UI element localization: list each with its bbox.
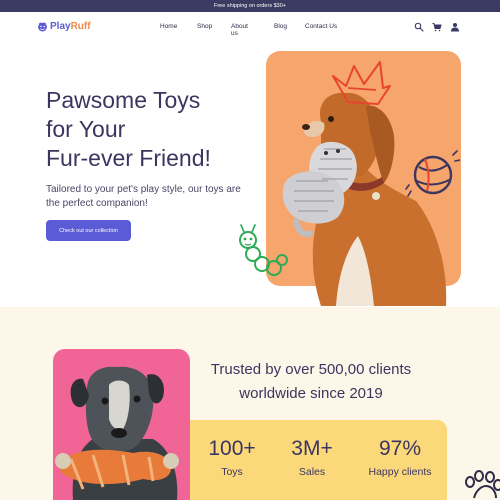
- nav-item-home[interactable]: Home: [160, 23, 177, 30]
- hero-title-line1: Pawsome Toys: [46, 87, 201, 113]
- dog-photo-card: [53, 349, 190, 500]
- stat-value: 100+: [208, 437, 256, 460]
- search-icon[interactable]: [414, 22, 424, 32]
- brand-name-part1: Play: [50, 21, 71, 32]
- collection-button[interactable]: Check out our collection: [46, 220, 131, 241]
- brand-logo[interactable]: Play Ruff: [37, 21, 91, 32]
- navbar: Play Ruff Home Shop About us Blog Contact…: [0, 12, 500, 44]
- brand-name-part2: Ruff: [70, 21, 91, 32]
- nav-item-about[interactable]: About us: [231, 23, 248, 37]
- nav-item-blog[interactable]: Blog: [274, 23, 287, 30]
- nav-icons: [414, 22, 460, 32]
- stats-panel: 100+ Toys 3M+ Sales 97% Happy clients: [190, 420, 447, 500]
- stat-value: 97%: [378, 437, 422, 460]
- stat-label: Sales: [298, 466, 326, 478]
- crown-doodle: [332, 61, 391, 105]
- trust-line1: Trusted by over 500,00 clients: [210, 361, 412, 378]
- paw-logo-icon: [38, 22, 47, 32]
- caterpillar-doodle: [239, 224, 288, 276]
- hero-title-line3: Fur-ever Friend!: [46, 145, 211, 171]
- ball-doodle: [405, 150, 460, 197]
- dog-with-bone-image: [55, 366, 179, 500]
- stat-label: Toys: [221, 466, 243, 478]
- hero-title: Pawsome Toys for Your Fur-ever Friend!: [46, 86, 211, 173]
- hero-title-line2: for Your: [46, 116, 126, 142]
- stat-value: 3M+: [291, 437, 333, 460]
- nav-item-shop[interactable]: Shop: [197, 23, 212, 30]
- announcement-text: Free shipping on orders $30+: [213, 3, 286, 9]
- user-icon[interactable]: [450, 22, 460, 32]
- stat-toys: 100+ Toys: [202, 436, 262, 479]
- stat-happy-clients: 97% Happy clients: [360, 436, 440, 479]
- stat-sales: 3M+ Sales: [282, 436, 342, 479]
- hero-subtitle: Tailored to your pet's play style, our t…: [46, 184, 241, 209]
- nav-item-contact[interactable]: Contact Us: [305, 23, 337, 30]
- announcement-bar: Free shipping on orders $30+: [0, 0, 500, 12]
- paw-print-icon: [465, 470, 500, 499]
- cart-icon[interactable]: [432, 22, 442, 32]
- trust-line2: worldwide since 2019: [239, 385, 383, 402]
- trust-heading: Trusted by over 500,00 clients worldwide…: [196, 358, 426, 406]
- stat-label: Happy clients: [368, 466, 432, 478]
